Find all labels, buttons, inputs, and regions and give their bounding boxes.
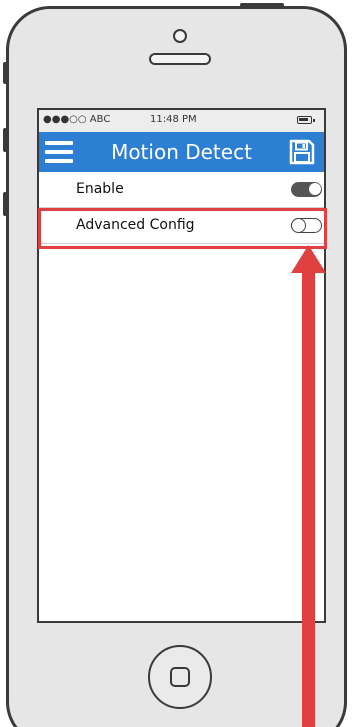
- setting-row-enable[interactable]: Enable: [39, 172, 324, 208]
- advanced-config-toggle[interactable]: [291, 217, 322, 233]
- phone-screen: ●●●○○ ABC 11:48 PM Motion Detect Enable: [37, 108, 326, 623]
- toggle-knob: [309, 183, 321, 195]
- setting-label-enable: Enable: [76, 181, 124, 197]
- mute-switch: [3, 62, 7, 84]
- nav-bar: Motion Detect: [39, 132, 324, 172]
- status-bar: ●●●○○ ABC 11:48 PM: [39, 110, 324, 132]
- page-title: Motion Detect: [111, 140, 252, 164]
- status-time: 11:48 PM: [150, 114, 197, 125]
- mockup-canvas: ●●●○○ ABC 11:48 PM Motion Detect Enable: [0, 0, 356, 727]
- earpiece-speaker-icon: [149, 53, 211, 65]
- toggle-knob: [291, 217, 306, 233]
- hamburger-menu-icon[interactable]: [45, 140, 73, 164]
- setting-row-advanced-config[interactable]: Advanced Config: [39, 208, 324, 244]
- home-button-icon[interactable]: [148, 645, 212, 709]
- front-camera-icon: [173, 29, 187, 43]
- status-carrier: ●●●○○ ABC: [43, 114, 111, 125]
- floppy-disk-save-icon[interactable]: [288, 138, 316, 166]
- volume-up-button: [3, 128, 7, 152]
- home-square-icon: [170, 667, 190, 687]
- battery-icon: [297, 116, 315, 124]
- enable-toggle[interactable]: [291, 182, 322, 197]
- volume-down-button: [3, 192, 7, 216]
- setting-label-advanced-config: Advanced Config: [76, 217, 195, 233]
- power-button: [240, 3, 284, 7]
